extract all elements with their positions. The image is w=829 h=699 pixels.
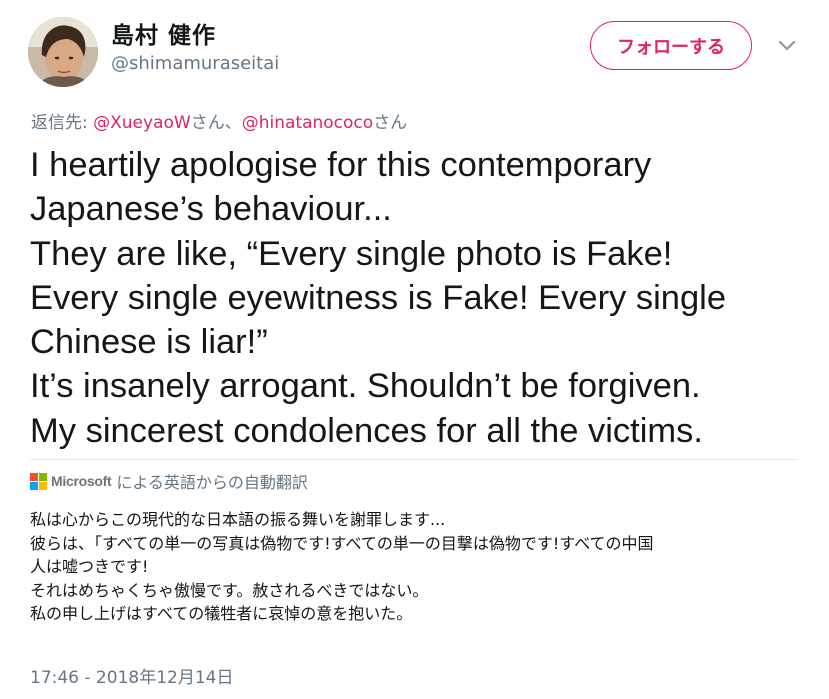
translation-provider: Microsoft — [51, 473, 112, 489]
microsoft-logo-icon — [30, 472, 47, 490]
translation-header-text: による英語からの自動翻訳 — [116, 473, 308, 492]
avatar[interactable] — [28, 17, 98, 87]
mention-suffix: さん — [373, 113, 408, 133]
display-name[interactable]: 島村 健作 — [111, 16, 216, 50]
chevron-down-icon[interactable] — [776, 38, 798, 54]
tweet-line: My sincerest condolences for all the vic… — [30, 411, 704, 450]
mention-link[interactable]: @hinatanococo — [242, 113, 373, 133]
divider — [30, 459, 798, 460]
reply-prefix: 返信先: — [31, 113, 94, 133]
tweet-timestamp[interactable]: 17:46 - 2018年12月14日 — [30, 663, 233, 688]
mention-link[interactable]: @XueyaoW — [93, 113, 191, 133]
mention-suffix: さん、 — [190, 113, 242, 133]
translation-line: 人は嘘つきです! — [30, 557, 149, 576]
tweet-card: 島村 健作 @shimamuraseitai フォローする 返信先: @Xuey… — [0, 0, 829, 699]
translation-line: 私は心からこの現代的な日本語の振る舞いを謝罪します... — [30, 510, 446, 529]
tweet-line: Every single eyewitness is Fake! Every s… — [30, 278, 727, 317]
tweet-line: Chinese is liar!” — [30, 323, 268, 362]
reply-to-line: 返信先: @XueyaoWさん、@hinatanococoさん — [31, 108, 407, 133]
translation-line: 私の申し上げはすべての犠牲者に哀悼の意を抱いた。 — [30, 604, 413, 623]
translation-line: それはめちゃくちゃ傲慢です。赦されるべきではない。 — [30, 580, 429, 600]
user-handle[interactable]: @shimamuraseitai — [111, 53, 279, 74]
translation-line: 彼らは、「すべての単一の写真は偽物です!すべての単一の目撃は偽物です!すべての中… — [30, 533, 654, 553]
tweet-text: I heartily apologise for this contempora… — [30, 143, 820, 453]
tweet-line: I heartily apologise for this contempora… — [30, 146, 652, 184]
tweet-line: It’s insanely arrogant. Shouldn’t be for… — [30, 367, 701, 406]
avatar-photo-icon — [28, 17, 98, 87]
tweet-line: Japanese’s behaviour... — [30, 190, 392, 229]
tweet-line: They are like, “Every single photo is Fa… — [30, 234, 673, 273]
translation-attribution[interactable]: Microsoft による英語からの自動翻訳 — [30, 469, 308, 493]
translated-text: 私は心からこの現代的な日本語の振る舞いを謝罪します... 彼らは、「すべての単一… — [30, 508, 810, 626]
follow-button[interactable]: フォローする — [590, 21, 752, 70]
